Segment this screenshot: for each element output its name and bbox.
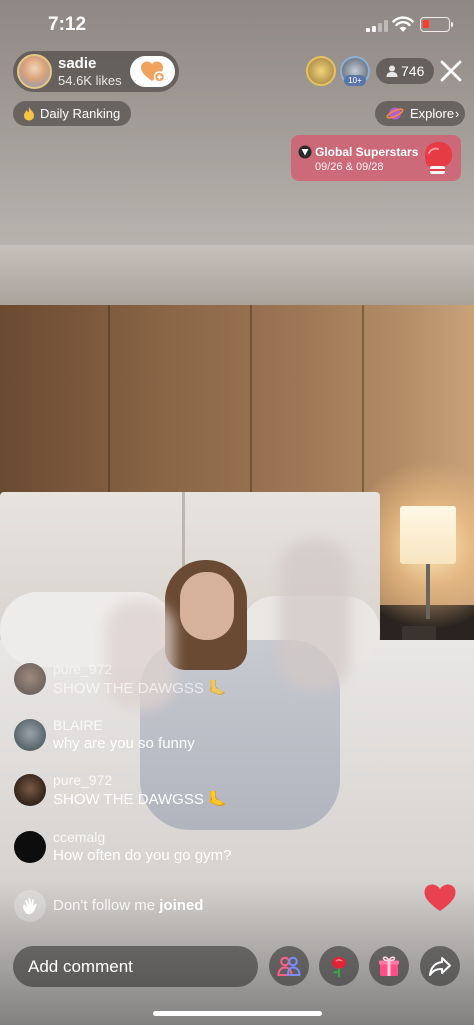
close-icon[interactable] <box>438 58 464 84</box>
commenter-avatar[interactable] <box>14 663 46 695</box>
comment-username[interactable]: ccemalg <box>53 829 105 845</box>
home-indicator[interactable] <box>153 1011 322 1016</box>
comment-text: SHOW THE DAWGSS 🦶 <box>53 680 227 697</box>
explore-button[interactable]: Explore › <box>375 101 465 126</box>
host-avatar[interactable] <box>17 54 52 89</box>
battery-level <box>423 20 429 28</box>
comment-text: How often do you go gym? <box>53 847 232 864</box>
multi-guest-icon <box>277 956 301 976</box>
lamp <box>400 506 456 564</box>
share-button[interactable] <box>420 946 460 986</box>
like-heart-icon[interactable] <box>423 883 457 913</box>
multi-guest-button[interactable] <box>269 946 309 986</box>
comment-username[interactable]: BLAIRE <box>53 717 103 733</box>
comment-username[interactable]: pure_972 <box>53 661 112 677</box>
superstars-dates: 09/26 & 09/28 <box>315 161 384 173</box>
share-icon <box>429 957 451 976</box>
viewer-count[interactable]: 746 <box>376 58 434 84</box>
chevron-right-icon: › <box>455 106 460 121</box>
flame-icon <box>24 107 34 121</box>
rose-icon <box>332 957 346 977</box>
follow-button[interactable] <box>130 56 175 87</box>
commenter-avatar[interactable] <box>14 719 46 751</box>
wave-icon-badge <box>14 890 46 922</box>
status-bar: 7:12 <box>0 0 474 50</box>
wave-hand-icon <box>23 898 37 915</box>
daily-ranking-label: Daily Ranking <box>40 106 121 121</box>
heart-plus-icon <box>141 61 166 83</box>
global-superstars-banner[interactable]: Global Superstars 09/26 & 09/28 <box>291 135 461 181</box>
host-name: sadie <box>58 55 97 72</box>
gift-button[interactable] <box>369 946 409 986</box>
wifi-icon <box>392 16 414 32</box>
viewer-rank-badge: 10+ <box>344 75 366 86</box>
host-likes-count: 54.6K likes <box>58 73 122 88</box>
commenter-avatar[interactable] <box>14 831 46 863</box>
boxing-glove-icon <box>425 142 452 174</box>
top-viewer-avatar[interactable] <box>306 56 336 86</box>
battery-icon <box>420 17 453 32</box>
planet-icon <box>386 107 404 120</box>
viewer-count-label: 746 <box>401 63 425 79</box>
person-icon <box>386 65 398 77</box>
comment-input[interactable]: Add comment <box>13 946 258 987</box>
joined-username[interactable]: Don't follow me <box>53 897 155 914</box>
rose-gift-button[interactable] <box>319 946 359 986</box>
host-info[interactable]: sadie 54.6K likes <box>13 51 179 92</box>
joined-label: joined <box>159 897 204 914</box>
streamer-face <box>180 572 234 640</box>
badge-icon <box>298 145 312 159</box>
cellular-signal-icon <box>366 20 388 32</box>
comment-text: why are you so funny <box>53 735 195 752</box>
comment-text: SHOW THE DAWGSS 🦶 <box>53 791 227 808</box>
daily-ranking-button[interactable]: Daily Ranking <box>13 101 131 126</box>
gift-icon <box>379 956 399 976</box>
superstars-title: Global Superstars <box>315 145 419 159</box>
wall-valance <box>0 245 474 305</box>
explore-label: Explore <box>410 106 455 121</box>
comment-username[interactable]: pure_972 <box>53 772 112 788</box>
status-time: 7:12 <box>48 14 87 35</box>
commenter-avatar[interactable] <box>14 774 46 806</box>
